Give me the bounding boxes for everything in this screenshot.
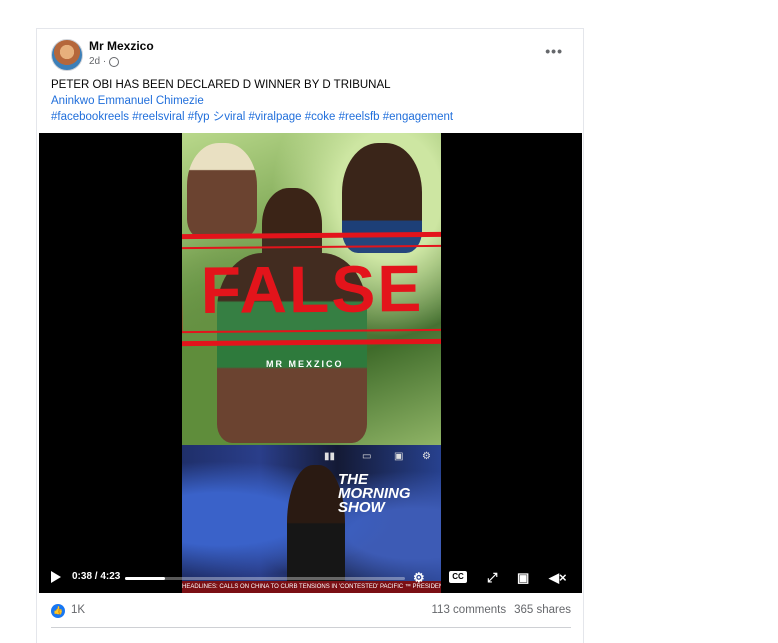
caption-text: PETER OBI HAS BEEN DECLARED D WINNER BY … — [51, 79, 391, 91]
watermark: MR MEXZICO — [266, 359, 344, 369]
divider — [51, 627, 571, 628]
post-meta: 2d · — [89, 56, 120, 67]
person-left — [187, 143, 257, 238]
fullscreen-icon[interactable]: ⤢ — [487, 570, 497, 586]
video-controls: 0:38 / 4:23 ⚙ CC ⤢ ▣ ◀× — [39, 563, 582, 593]
author-name[interactable]: Mr Mexzico — [89, 39, 154, 53]
more-options-icon[interactable]: ••• — [545, 43, 563, 59]
post-footer: 👍 1K 113 comments 365 shares — [51, 601, 571, 623]
show-title: THE MORNING SHOW — [338, 471, 411, 516]
progress-bar[interactable] — [125, 577, 405, 580]
like-count[interactable]: 1K — [71, 604, 85, 616]
video-player[interactable]: MR MEXZICO THE MORNING SHOW ▮▮ ▭ ▣ ⚙ HEA… — [39, 133, 582, 593]
stamp-inner-border — [182, 244, 441, 334]
post-time[interactable]: 2d · — [89, 56, 106, 67]
comments-count[interactable]: 113 comments — [432, 604, 507, 616]
shares-count[interactable]: 365 shares — [514, 604, 571, 616]
globe-icon — [109, 56, 120, 67]
picture-in-picture-icon[interactable]: ▣ — [517, 570, 529, 586]
mute-icon[interactable]: ◀× — [549, 570, 567, 586]
post-caption: PETER OBI HAS BEEN DECLARED D WINNER BY … — [51, 77, 571, 125]
post-stats: 113 comments 365 shares — [432, 604, 571, 616]
inner-cast-icon: ▭ — [362, 451, 372, 462]
video-frame: MR MEXZICO THE MORNING SHOW ▮▮ ▭ ▣ ⚙ HEA… — [182, 133, 441, 593]
tagged-person-link[interactable]: Aninkwo Emmanuel Chimezie — [51, 93, 571, 109]
time-display: 0:38 / 4:23 — [72, 571, 121, 582]
progress-fill — [125, 577, 166, 580]
false-stamp: FALSE — [182, 231, 441, 347]
inner-pause-icon: ▮▮ — [324, 451, 336, 462]
like-icon[interactable]: 👍 — [51, 604, 65, 618]
inner-cc-icon: ▣ — [394, 451, 404, 462]
hashtags[interactable]: #facebookreels #reelsviral #fyp シviral #… — [51, 109, 571, 125]
cc-icon[interactable]: CC — [449, 571, 467, 583]
post-header: Mr Mexzico 2d · ••• — [51, 39, 571, 73]
settings-icon[interactable]: ⚙ — [413, 570, 425, 586]
avatar[interactable] — [51, 39, 83, 71]
facebook-post: Mr Mexzico 2d · ••• PETER OBI HAS BEEN D… — [36, 28, 584, 643]
inner-settings-icon: ⚙ — [422, 451, 431, 462]
play-icon[interactable] — [51, 571, 61, 583]
